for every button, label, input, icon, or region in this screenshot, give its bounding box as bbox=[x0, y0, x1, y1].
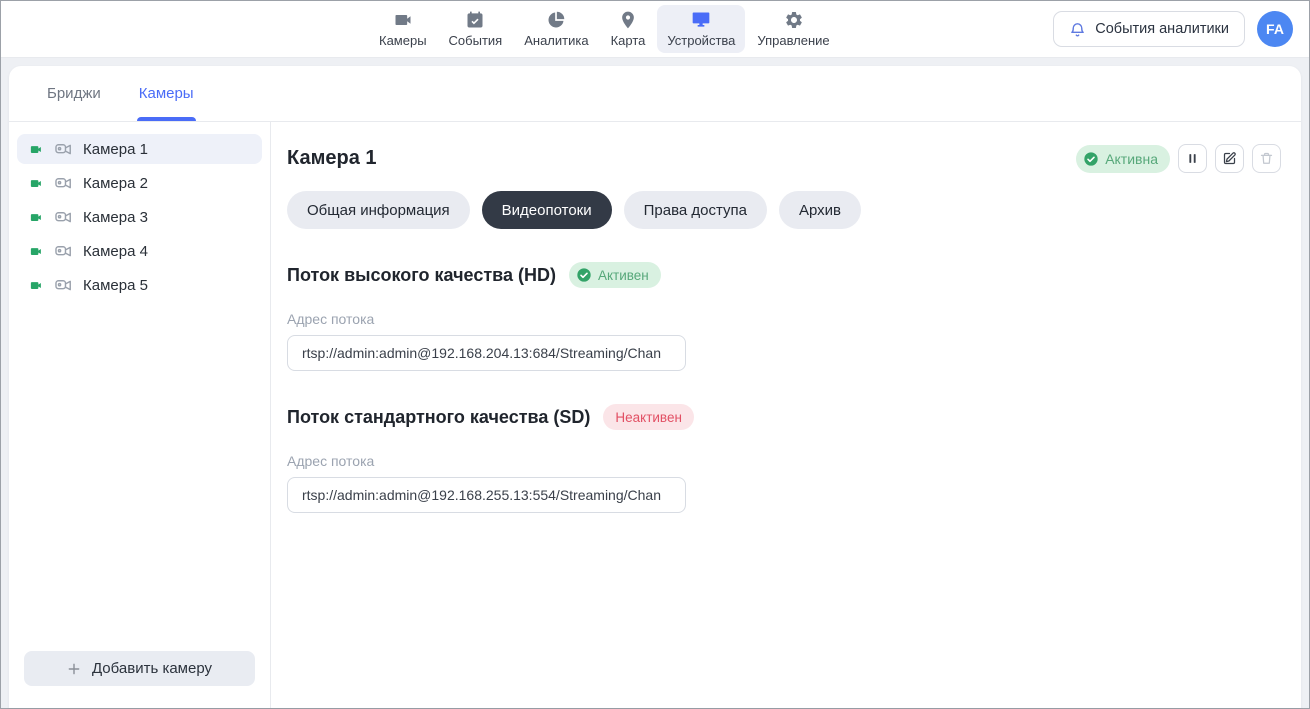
section-head: Поток стандартного качества (SD) Неактив… bbox=[287, 404, 1281, 430]
camera-device-icon bbox=[54, 208, 73, 227]
device-type-tabs: Бриджи Камеры bbox=[9, 66, 1301, 122]
hd-stream-section: Поток высокого качества (HD) Активен Адр… bbox=[287, 262, 1281, 371]
tab-archive[interactable]: Архив bbox=[779, 191, 861, 229]
nav-label: Управление bbox=[757, 33, 829, 48]
camera-name: Камера 4 bbox=[83, 243, 148, 260]
camera-device-icon bbox=[54, 242, 73, 261]
camera-name: Камера 3 bbox=[83, 209, 148, 226]
page-title: Камера 1 bbox=[287, 147, 377, 170]
sd-stream-title: Поток стандартного качества (SD) bbox=[287, 407, 590, 428]
add-camera-button[interactable]: Добавить камеру bbox=[24, 651, 255, 686]
nav-label: Аналитика bbox=[524, 33, 588, 48]
tab-general-info[interactable]: Общая информация bbox=[287, 191, 470, 229]
sd-stream-address-label: Адрес потока bbox=[287, 453, 1281, 469]
delete-camera-button[interactable] bbox=[1252, 144, 1281, 173]
camera-name: Камера 2 bbox=[83, 175, 148, 192]
check-circle-icon bbox=[576, 267, 592, 283]
content: Камера 1 Камера 2 Камера 3 bbox=[9, 122, 1301, 708]
sd-stream-status-badge: Неактивен bbox=[603, 404, 694, 430]
camera-online-icon bbox=[29, 278, 44, 293]
nav-item-cameras[interactable]: Камеры bbox=[369, 5, 437, 53]
camera-list-item[interactable]: Камера 2 bbox=[17, 168, 262, 198]
camera-online-icon bbox=[29, 210, 44, 225]
camera-list-sidebar: Камера 1 Камера 2 Камера 3 bbox=[9, 122, 271, 708]
add-camera-label: Добавить камеру bbox=[92, 660, 212, 677]
tab-video-streams[interactable]: Видеопотоки bbox=[482, 191, 612, 229]
nav-item-events[interactable]: События bbox=[439, 5, 513, 53]
tab-access-rights[interactable]: Права доступа bbox=[624, 191, 767, 229]
camera-online-icon bbox=[29, 176, 44, 191]
main-nav: Камеры События Аналитика Карта Устройств… bbox=[369, 5, 840, 53]
sd-stream-status-label: Неактивен bbox=[615, 410, 682, 425]
camera-device-icon bbox=[54, 174, 73, 193]
topbar-right: События аналитики FA bbox=[1053, 11, 1293, 47]
gear-icon bbox=[784, 10, 804, 30]
calendar-check-icon bbox=[465, 10, 485, 30]
camera-device-icon bbox=[54, 276, 73, 295]
sd-stream-section: Поток стандартного качества (SD) Неактив… bbox=[287, 404, 1281, 513]
devices-card: Бриджи Камеры Камера 1 Ка bbox=[9, 66, 1301, 708]
hd-stream-status-label: Активен bbox=[598, 268, 649, 283]
nav-item-devices[interactable]: Устройства bbox=[657, 5, 745, 53]
nav-label: Устройства bbox=[667, 33, 735, 48]
tab-cameras[interactable]: Камеры bbox=[139, 66, 194, 121]
pie-chart-icon bbox=[546, 10, 566, 30]
check-circle-icon bbox=[1083, 151, 1099, 167]
edit-camera-button[interactable] bbox=[1215, 144, 1244, 173]
camera-detail-panel: Камера 1 Активна bbox=[271, 122, 1301, 708]
camera-list-item[interactable]: Камера 4 bbox=[17, 236, 262, 266]
analytics-events-label: События аналитики bbox=[1095, 21, 1229, 37]
bell-icon bbox=[1069, 21, 1086, 38]
analytics-events-button[interactable]: События аналитики bbox=[1053, 11, 1245, 47]
pause-icon bbox=[1185, 151, 1200, 166]
nav-label: Камеры bbox=[379, 33, 427, 48]
plus-icon bbox=[67, 662, 81, 676]
camera-name: Камера 5 bbox=[83, 277, 148, 294]
title-actions: Активна bbox=[1076, 144, 1281, 173]
title-row: Камера 1 Активна bbox=[287, 144, 1281, 173]
edit-icon bbox=[1222, 151, 1237, 166]
pause-camera-button[interactable] bbox=[1178, 144, 1207, 173]
sd-stream-address-input[interactable] bbox=[287, 477, 686, 513]
app-window: { "header": { "nav": [ { "label": "Камер… bbox=[0, 0, 1310, 709]
camera-status-badge: Активна bbox=[1076, 145, 1170, 173]
camera-online-icon bbox=[29, 142, 44, 157]
hd-stream-address-label: Адрес потока bbox=[287, 311, 1281, 327]
camera-list-item[interactable]: Камера 5 bbox=[17, 270, 262, 300]
hd-stream-title: Поток высокого качества (HD) bbox=[287, 265, 556, 286]
nav-item-analytics[interactable]: Аналитика bbox=[514, 5, 598, 53]
camera-online-icon bbox=[29, 244, 44, 259]
camera-list-item[interactable]: Камера 3 bbox=[17, 202, 262, 232]
nav-label: Карта bbox=[611, 33, 646, 48]
hd-stream-status-badge: Активен bbox=[569, 262, 661, 288]
video-camera-icon bbox=[393, 10, 413, 30]
section-head: Поток высокого качества (HD) Активен bbox=[287, 262, 1281, 288]
tab-bridges[interactable]: Бриджи bbox=[47, 66, 101, 121]
nav-label: События bbox=[449, 33, 503, 48]
camera-name: Камера 1 bbox=[83, 141, 148, 158]
trash-icon bbox=[1259, 151, 1274, 166]
nav-item-map[interactable]: Карта bbox=[601, 5, 656, 53]
camera-section-tabs: Общая информация Видеопотоки Права досту… bbox=[287, 191, 1281, 229]
camera-device-icon bbox=[54, 140, 73, 159]
map-pin-icon bbox=[618, 10, 638, 30]
camera-status-label: Активна bbox=[1105, 151, 1158, 167]
hd-stream-address-input[interactable] bbox=[287, 335, 686, 371]
avatar[interactable]: FA bbox=[1257, 11, 1293, 47]
monitor-icon bbox=[691, 10, 711, 30]
topbar: Камеры События Аналитика Карта Устройств… bbox=[1, 1, 1309, 58]
nav-item-management[interactable]: Управление bbox=[747, 5, 839, 53]
camera-list-item[interactable]: Камера 1 bbox=[17, 134, 262, 164]
